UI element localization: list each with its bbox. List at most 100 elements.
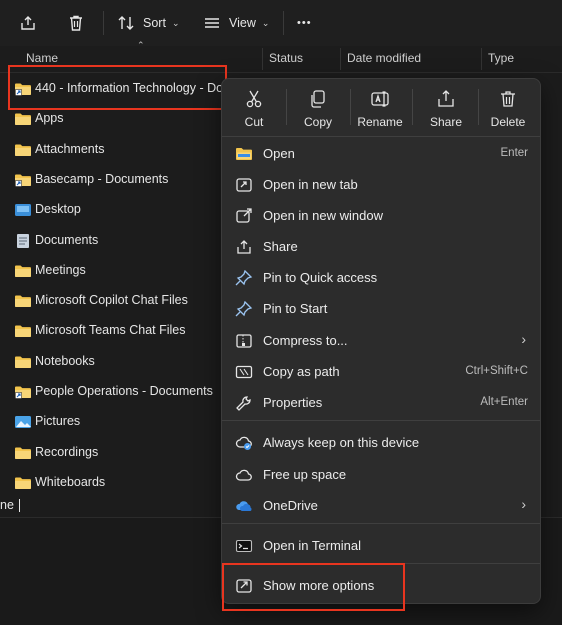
chevron-down-icon: ⌄ (261, 17, 270, 28)
menu-item-share[interactable]: Share (226, 232, 536, 262)
quick-action-label: Delete (490, 115, 526, 129)
menu-item-free-up-space[interactable]: Free up space (226, 460, 536, 490)
file-row[interactable]: Notebooks (0, 348, 230, 376)
file-row[interactable]: Recordings (0, 439, 230, 467)
menu-item-properties[interactable]: Properties Alt+Enter (226, 388, 536, 418)
ellipsis-icon: ••• (297, 17, 312, 29)
column-date-modified[interactable]: Date modified (347, 51, 421, 65)
column-name[interactable]: Name (26, 51, 58, 65)
file-name: Recordings (35, 444, 99, 459)
wrench-icon (235, 395, 253, 411)
file-name: Desktop (35, 202, 81, 217)
menu-item-label: Compress to... (263, 333, 348, 348)
file-row[interactable]: Documents (0, 227, 230, 255)
menu-item-open-in-terminal[interactable]: Open in Terminal (226, 531, 536, 561)
cloud-sync-icon (235, 435, 253, 451)
file-name: Meetings (35, 262, 86, 277)
file-row[interactable]: Desktop (0, 196, 230, 224)
quick-action-label: Rename (357, 115, 403, 129)
file-name: Documents (35, 232, 99, 247)
column-divider[interactable] (340, 48, 341, 70)
folder-open-icon (235, 146, 253, 162)
folder-icon (14, 263, 32, 279)
file-name: Microsoft Teams Chat Files (35, 323, 186, 338)
pin-icon (235, 300, 253, 317)
share-button[interactable] (19, 10, 37, 36)
desktop-folder-icon (14, 202, 32, 218)
column-type[interactable]: Type (488, 51, 514, 65)
cloud-icon (235, 467, 253, 483)
shortcut-hint: Enter (500, 147, 529, 159)
folder-icon (14, 293, 32, 309)
file-row[interactable]: Microsoft Copilot Chat Files (0, 287, 230, 315)
sort-button[interactable]: Sort ⌄ (117, 10, 179, 36)
file-row[interactable]: People Operations - Documents (0, 378, 230, 406)
menu-item-always-keep-on-this-device[interactable]: Always keep on this device (226, 428, 536, 458)
file-name: Notebooks (35, 353, 95, 368)
sort-label: Sort (143, 16, 166, 30)
menu-item-open-in-new-window[interactable]: Open in new window (226, 201, 536, 231)
column-divider[interactable] (262, 48, 263, 70)
menu-item-open-in-new-tab[interactable]: Open in new tab (226, 170, 536, 200)
zip-icon (235, 333, 253, 349)
menu-item-label: Open in new tab (263, 177, 358, 192)
folder-icon (14, 323, 32, 339)
menu-item-label: Open in Terminal (263, 538, 362, 553)
annotation-highlight-selected-file (8, 65, 227, 110)
command-bar: Sort ⌄ View ⌄ ••• (0, 0, 562, 46)
file-row[interactable]: Meetings (0, 257, 230, 285)
file-row[interactable]: Microsoft Teams Chat Files (0, 317, 230, 345)
more-options-button[interactable]: ••• (297, 10, 312, 36)
menu-item-label: Pin to Start (263, 301, 328, 316)
menu-item-label: Free up space (263, 467, 347, 482)
context-menu: Cut Copy Rename Share Delete Open Enter Open in… (221, 78, 541, 604)
documents-folder-icon (14, 233, 32, 249)
quick-action-label: Cut (244, 115, 264, 129)
shortcut-folder-icon (14, 172, 32, 188)
new-window-icon (235, 208, 253, 224)
file-row[interactable]: Basecamp - Documents (0, 166, 230, 194)
quick-action-label: Share (429, 115, 463, 129)
menu-divider (222, 136, 540, 137)
share-button[interactable]: Share (419, 87, 473, 133)
file-name: Pictures (35, 414, 81, 429)
delete-button[interactable] (67, 10, 85, 36)
menu-item-label: Copy as path (263, 364, 340, 379)
pin-icon (235, 269, 253, 286)
file-row[interactable]: Attachments (0, 136, 230, 164)
quick-action-divider (350, 89, 351, 125)
terminal-icon (235, 538, 253, 554)
rename-icon (353, 89, 407, 109)
menu-item-open[interactable]: Open Enter (226, 139, 536, 169)
delete-button[interactable]: Delete (481, 87, 535, 133)
rename-button[interactable]: Rename (353, 87, 407, 133)
file-row[interactable]: Whiteboards (0, 469, 230, 497)
cut-button[interactable]: Cut (227, 87, 281, 133)
view-label: View (229, 16, 256, 30)
pictures-folder-icon (14, 414, 32, 430)
copy-button[interactable]: Copy (291, 87, 345, 133)
scissors-icon (227, 89, 281, 109)
view-icon (205, 18, 219, 28)
menu-item-copy-as-path[interactable]: Copy as path Ctrl+Shift+C (226, 357, 536, 387)
status-text: ne (0, 498, 14, 512)
chevron-right-icon: › (521, 331, 526, 347)
column-divider[interactable] (481, 48, 482, 70)
menu-item-pin-to-quick-access[interactable]: Pin to Quick access (226, 263, 536, 293)
column-status[interactable]: Status (269, 51, 303, 65)
menu-divider (222, 523, 540, 524)
share-icon (235, 239, 253, 255)
menu-item-label: Open in new window (263, 208, 383, 223)
quick-action-divider (286, 89, 287, 125)
share-icon (419, 89, 473, 109)
sort-icon (118, 16, 134, 30)
text-cursor (19, 499, 20, 512)
menu-item-pin-to-start[interactable]: Pin to Start (226, 294, 536, 324)
menu-item-compress-to[interactable]: Compress to... › (226, 326, 536, 356)
file-row[interactable]: Pictures (0, 408, 230, 436)
file-name: Apps (35, 111, 64, 126)
menu-item-onedrive[interactable]: OneDrive › (226, 491, 536, 521)
view-button[interactable]: View ⌄ (203, 10, 269, 36)
chevron-right-icon: › (521, 496, 526, 512)
quick-action-label: Copy (303, 115, 332, 129)
